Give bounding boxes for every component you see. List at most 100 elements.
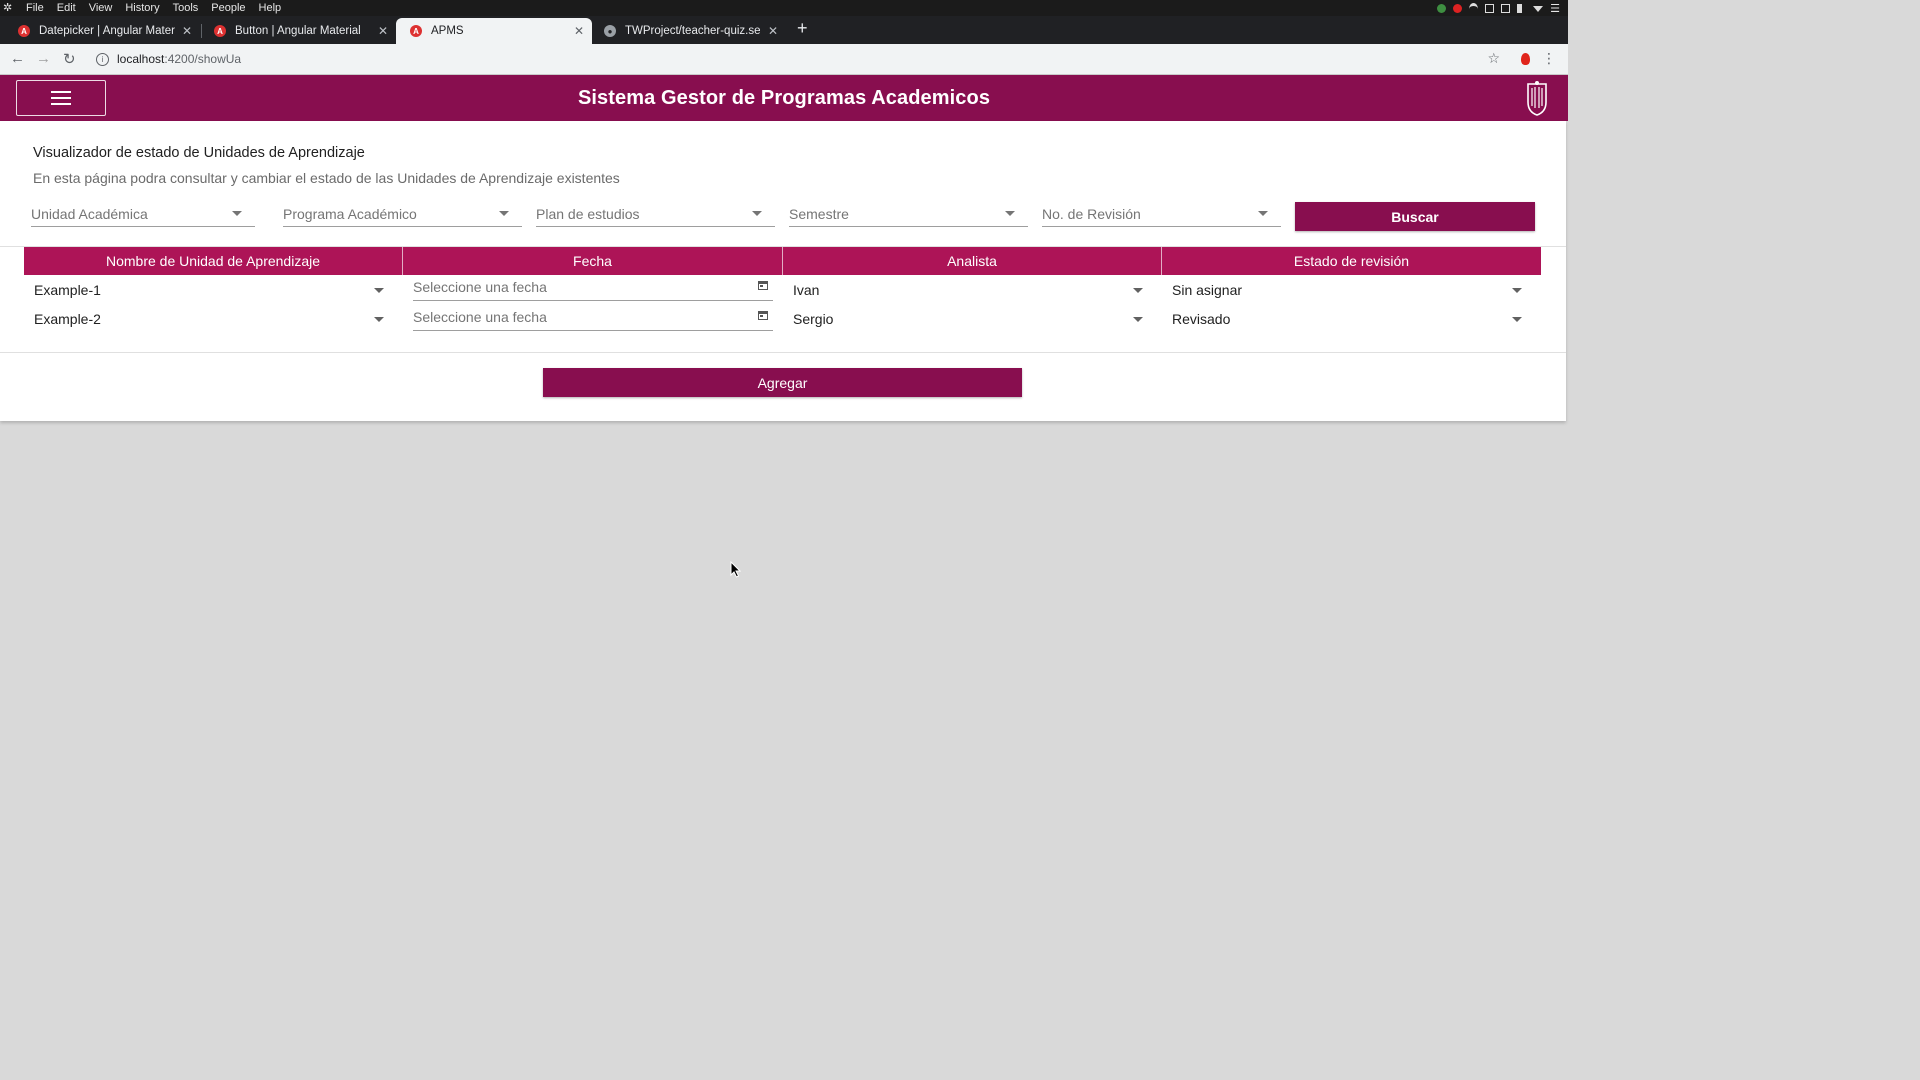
menu-view[interactable]: View [89, 1, 113, 15]
back-arrow-icon[interactable]: ← [10, 50, 25, 67]
select-placeholder: Programa Académico [283, 206, 417, 222]
address-bar[interactable]: i localhost:4200/showUa [90, 48, 1506, 70]
angular-icon: A [18, 25, 30, 37]
menu-history[interactable]: History [125, 1, 159, 15]
row2-analista-select[interactable]: Sergio [793, 308, 1153, 332]
page-subtitle: En esta página podra consultar y cambiar… [33, 170, 620, 186]
dropdown-arrow-icon [752, 211, 762, 216]
buscar-button[interactable]: Buscar [1295, 202, 1535, 231]
more-icon[interactable]: ⋮ [1542, 50, 1556, 67]
os-menu-bar: ✲ File Edit View History Tools People He… [0, 0, 1568, 16]
cloud-icon[interactable] [1437, 4, 1447, 13]
select-placeholder: Semestre [789, 206, 849, 222]
os-menu: File Edit View History Tools People Help [26, 1, 281, 15]
menu-file[interactable]: File [26, 1, 44, 15]
browser-tab-apms[interactable]: A APMS ✕ [396, 18, 592, 44]
chevron-down-icon[interactable] [1533, 5, 1544, 12]
system-tray: ☰ [1437, 2, 1560, 15]
column-header-estado: Estado de revisión [1293, 253, 1410, 269]
browser-tab-github[interactable]: ● TWProject/teacher-quiz.se ✕ [590, 18, 786, 44]
cell-value: Sin asignar [1172, 282, 1243, 298]
page-heading: Visualizador de estado de Unidades de Ap… [33, 145, 365, 161]
close-icon[interactable]: ✕ [574, 24, 584, 38]
menu-help[interactable]: Help [259, 1, 282, 15]
institution-logo-icon [1527, 81, 1547, 116]
info-icon[interactable]: i [96, 52, 109, 66]
cell-value: Sergio [793, 311, 834, 327]
calendar-icon[interactable] [758, 281, 768, 290]
date-placeholder: Seleccione una fecha [413, 309, 547, 325]
new-tab-icon[interactable]: + [797, 19, 808, 37]
dropdown-arrow-icon [499, 211, 509, 216]
close-icon[interactable]: ✕ [182, 24, 192, 38]
browser-tab-button[interactable]: A Button | Angular Material ✕ [200, 18, 396, 44]
wifi-icon[interactable] [1469, 2, 1479, 15]
browser-toolbar: ← → ↻ i localhost:4200/showUa ☆ ⋮ [0, 44, 1568, 75]
cell-value: Ivan [793, 282, 820, 298]
dropdown-arrow-icon [1512, 288, 1522, 293]
select-no-revision[interactable]: No. de Revisión [1042, 199, 1281, 227]
dropdown-arrow-icon [1005, 211, 1015, 216]
menu-edit[interactable]: Edit [57, 1, 76, 15]
app-title: Sistema Gestor de Programas Academicos [577, 87, 991, 109]
column-header-analista: Analista [783, 247, 1162, 275]
volume-icon[interactable] [1517, 4, 1526, 13]
extension-icon[interactable] [1521, 53, 1530, 65]
select-unidad-academica[interactable]: Unidad Académica [31, 199, 255, 227]
hamburger-icon[interactable]: ☰ [1550, 2, 1560, 15]
dropdown-arrow-icon [1258, 211, 1268, 216]
menu-people[interactable]: People [211, 1, 245, 15]
row2-fecha-input[interactable]: Seleccione una fecha [413, 305, 773, 331]
calendar-icon[interactable] [758, 311, 768, 320]
mouse-cursor-icon [730, 561, 741, 578]
close-icon[interactable]: ✕ [378, 24, 388, 38]
github-icon: ● [604, 25, 616, 37]
browser-tab-datepicker[interactable]: A Datepicker | Angular Mater ✕ [4, 18, 200, 44]
cell-value: Example-2 [34, 311, 101, 327]
select-placeholder: Unidad Académica [31, 206, 148, 222]
tab-title: Datepicker | Angular Mater [39, 25, 175, 37]
os-logo-icon[interactable]: ✲ [3, 1, 12, 14]
row1-unidad-select[interactable]: Example-1 [34, 279, 394, 303]
tab-title: APMS [431, 25, 464, 37]
reload-icon[interactable]: ↻ [63, 50, 76, 68]
dropdown-arrow-icon [1512, 317, 1522, 322]
tab-title: Button | Angular Material [235, 25, 361, 37]
dropdown-arrow-icon [1133, 317, 1143, 322]
table-header: Nombre de Unidad de Aprendizaje Fecha An… [24, 247, 1541, 275]
cell-value: Example-1 [34, 282, 101, 298]
row2-estado-select[interactable]: Revisado [1172, 308, 1532, 332]
url-host: localhost [117, 52, 165, 66]
select-semestre[interactable]: Semestre [789, 199, 1028, 227]
column-header-unidad: Nombre de Unidad de Aprendizaje [24, 247, 403, 275]
tab-title: TWProject/teacher-quiz.se [625, 25, 761, 37]
row1-estado-select[interactable]: Sin asignar [1172, 279, 1532, 303]
row1-analista-select[interactable]: Ivan [793, 279, 1153, 303]
close-icon[interactable]: ✕ [768, 24, 778, 38]
menu-tools[interactable]: Tools [173, 1, 199, 15]
select-plan-de-estudios[interactable]: Plan de estudios [536, 199, 775, 227]
dropdown-arrow-icon [374, 317, 384, 322]
url-path: :4200/showUa [164, 52, 242, 66]
row1-fecha-input[interactable]: Seleccione una fecha [413, 275, 773, 301]
clipboard-icon[interactable] [1501, 4, 1511, 13]
select-placeholder: Plan de estudios [536, 206, 640, 222]
cell-value: Revisado [1172, 311, 1231, 327]
browser-tab-strip: A Datepicker | Angular Mater ✕ A Button … [0, 16, 1568, 44]
battery-icon[interactable] [1485, 4, 1495, 13]
select-placeholder: No. de Revisión [1042, 206, 1141, 222]
angular-icon: A [410, 25, 422, 37]
bug-icon[interactable] [1453, 4, 1463, 13]
main-card: Visualizador de estado de Unidades de Ap… [0, 121, 1566, 421]
agregar-button[interactable]: Agregar [543, 368, 1022, 397]
column-header-fecha: Fecha [403, 247, 783, 275]
dropdown-arrow-icon [1133, 288, 1143, 293]
app-header: Sistema Gestor de Programas Academicos [0, 75, 1568, 121]
row2-unidad-select[interactable]: Example-2 [34, 308, 394, 332]
dropdown-arrow-icon [374, 288, 384, 293]
divider [0, 352, 1566, 353]
select-programa-academico[interactable]: Programa Académico [283, 199, 522, 227]
star-icon[interactable]: ☆ [1487, 50, 1500, 67]
angular-icon: A [214, 25, 226, 37]
forward-arrow-icon[interactable]: → [36, 50, 51, 67]
